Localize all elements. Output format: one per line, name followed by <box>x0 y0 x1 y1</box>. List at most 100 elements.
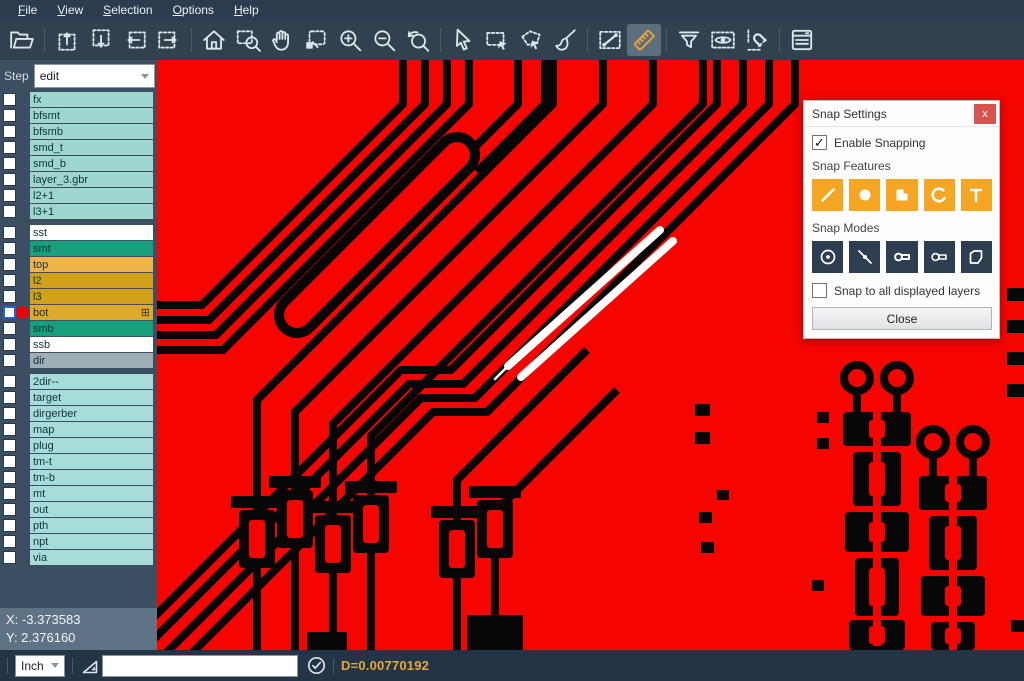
unit-select[interactable]: Inch <box>15 655 65 677</box>
layer-row[interactable]: smd_t <box>0 140 157 155</box>
chevron-down-icon[interactable] <box>136 65 154 87</box>
layer-visibility-checkbox[interactable] <box>3 157 16 170</box>
layer-visibility-checkbox[interactable] <box>3 205 16 218</box>
layer-row[interactable]: tm-b <box>0 470 157 485</box>
layer-name[interactable]: dir <box>30 353 153 368</box>
layer-name[interactable]: 2dir-- <box>30 374 153 389</box>
layer-name[interactable]: out <box>30 502 153 517</box>
layer-visibility-checkbox[interactable] <box>3 375 16 388</box>
layer-visibility-checkbox[interactable] <box>3 423 16 436</box>
layer-name[interactable]: top <box>30 257 153 272</box>
layer-row[interactable]: l2 <box>0 273 157 288</box>
expression-input[interactable] <box>102 655 298 677</box>
layer-name[interactable]: via <box>30 550 153 565</box>
layer-name[interactable]: layer_3.gbr <box>30 172 153 187</box>
layer-visibility-checkbox[interactable] <box>3 455 16 468</box>
layer-row[interactable]: l3 <box>0 289 157 304</box>
layer-visibility-checkbox[interactable] <box>3 439 16 452</box>
snap-all-layers-row[interactable]: Snap to all displayed layers <box>812 283 992 298</box>
layer-row[interactable]: layer_3.gbr <box>0 172 157 187</box>
zoom-in-button[interactable] <box>333 24 367 56</box>
poly-select-button[interactable] <box>514 24 548 56</box>
layer-name[interactable]: fx <box>30 92 153 107</box>
layer-row[interactable]: tm-t <box>0 454 157 469</box>
enable-snapping-row[interactable]: ✓ Enable Snapping <box>812 135 992 150</box>
layer-visibility-checkbox[interactable] <box>3 391 16 404</box>
layer-visibility-checkbox[interactable] <box>3 258 16 271</box>
zoom-out-button[interactable] <box>367 24 401 56</box>
home-view-button[interactable] <box>197 24 231 56</box>
layer-visibility-checkbox[interactable] <box>3 274 16 287</box>
step-select[interactable]: edit <box>34 64 155 88</box>
layer-name[interactable]: l3+1 <box>30 204 153 219</box>
layer-visibility-checkbox[interactable] <box>3 173 16 186</box>
snap-mode-slot-filled-button[interactable] <box>886 241 917 273</box>
ruler-button[interactable] <box>627 24 661 56</box>
layer-name[interactable]: l2+1 <box>30 188 153 203</box>
layer-visibility-checkbox[interactable] <box>3 487 16 500</box>
rect-select-button[interactable] <box>480 24 514 56</box>
menu-view[interactable]: View <box>47 1 93 19</box>
layer-visibility-checkbox[interactable] <box>3 471 16 484</box>
layer-name[interactable]: sst <box>30 225 153 240</box>
layer-visibility-checkbox[interactable] <box>3 189 16 202</box>
layer-row[interactable]: smb <box>0 321 157 336</box>
snap-mode-contour-button[interactable] <box>961 241 992 273</box>
layer-name[interactable]: bot⊞ <box>30 305 153 320</box>
apply-button[interactable] <box>307 656 326 675</box>
layer-visibility-checkbox[interactable] <box>3 338 16 351</box>
layer-name[interactable]: plug <box>30 438 153 453</box>
layer-row[interactable]: smd_b <box>0 156 157 171</box>
shift-left-button[interactable] <box>118 24 152 56</box>
menu-file[interactable]: File <box>8 1 47 19</box>
layer-visibility-checkbox[interactable] <box>3 141 16 154</box>
layer-visibility-checkbox[interactable] <box>3 519 16 532</box>
zoom-previous-button[interactable] <box>401 24 435 56</box>
snap-feature-line-button[interactable] <box>812 179 843 211</box>
layer-visibility-checkbox[interactable] <box>3 503 16 516</box>
shift-right-button[interactable] <box>152 24 186 56</box>
layer-row[interactable]: top <box>0 257 157 272</box>
layer-name[interactable]: ssb <box>30 337 153 352</box>
snap-feature-arc-button[interactable] <box>924 179 955 211</box>
dialog-title-bar[interactable]: Snap Settings x <box>804 101 999 127</box>
move-vertex-button[interactable] <box>299 24 333 56</box>
dialog-close-button[interactable]: x <box>974 104 996 124</box>
layer-row[interactable]: fx <box>0 92 157 107</box>
snap-mode-center-button[interactable] <box>812 241 843 273</box>
chevron-down-icon[interactable] <box>46 656 64 676</box>
pan-button[interactable] <box>265 24 299 56</box>
layer-row[interactable]: npt <box>0 534 157 549</box>
layer-grid-badge[interactable]: ⊞ <box>141 308 150 318</box>
layer-row[interactable]: map <box>0 422 157 437</box>
layer-name[interactable]: l3 <box>30 289 153 304</box>
layer-name[interactable]: bfsmt <box>30 108 153 123</box>
report-button[interactable] <box>785 24 819 56</box>
layer-visibility-checkbox[interactable] <box>3 407 16 420</box>
layer-name[interactable]: smd_b <box>30 156 153 171</box>
snap-feature-surface-button[interactable] <box>886 179 917 211</box>
layer-row[interactable]: bfsmt <box>0 108 157 123</box>
layer-row[interactable]: dir <box>0 353 157 368</box>
brush-select-button[interactable] <box>548 24 582 56</box>
filter-button[interactable] <box>672 24 706 56</box>
layer-name[interactable]: tm-b <box>30 470 153 485</box>
layer-name[interactable]: smt <box>30 241 153 256</box>
snap-button[interactable] <box>740 24 774 56</box>
layer-visibility-checkbox[interactable] <box>3 290 16 303</box>
layer-row[interactable]: plug <box>0 438 157 453</box>
snap-mode-point-on-line-button[interactable] <box>849 241 880 273</box>
layer-visibility-checkbox[interactable] <box>3 551 16 564</box>
layer-visibility-checkbox[interactable] <box>3 93 16 106</box>
layer-name[interactable]: target <box>30 390 153 405</box>
measure-line-button[interactable] <box>593 24 627 56</box>
layer-name[interactable]: bfsmb <box>30 124 153 139</box>
snap-feature-text-button[interactable] <box>961 179 992 211</box>
layer-visibility-checkbox[interactable] <box>3 354 16 367</box>
dialog-close-action-button[interactable]: Close <box>812 307 992 330</box>
layer-visibility-checkbox[interactable] <box>3 226 16 239</box>
layer-name[interactable]: smd_t <box>30 140 153 155</box>
angle-mode-button[interactable] <box>80 656 100 676</box>
layer-visibility-checkbox[interactable] <box>3 109 16 122</box>
layer-visibility-checkbox[interactable] <box>3 242 16 255</box>
